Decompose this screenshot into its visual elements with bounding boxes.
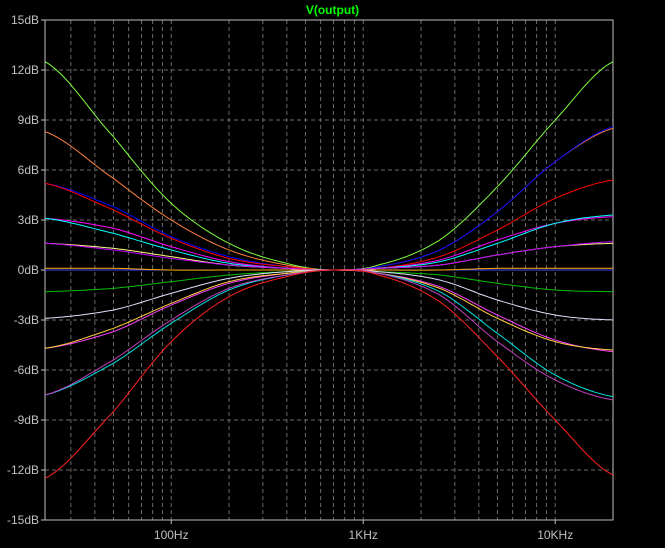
y-tick-label: -12dB [7,463,39,477]
series-line-12[interactable] [44,269,614,321]
plot-window: V(output) 15dB 12dB 9dB 6dB 3dB 0dB -3dB -6dB -9… [0,0,665,548]
series-line-16[interactable] [44,269,614,401]
series-line-13[interactable] [44,269,614,353]
y-tick-label: 9dB [18,113,39,127]
y-tick-label: 15dB [11,13,39,27]
y-tick-label: 3dB [18,213,39,227]
y-tick-label: -9dB [14,413,39,427]
y-tick-label: -3dB [14,313,39,327]
x-tick-label: 10KHz [537,528,573,542]
plot-area[interactable]: 15dB 12dB 9dB 6dB 3dB 0dB -3dB -6dB -9dB -12dB -15… [0,0,665,548]
series-line-7[interactable] [44,242,614,271]
y-tick-label: 12dB [11,63,39,77]
series-line-8[interactable] [44,241,614,271]
y-tick-label: -6dB [14,363,39,377]
series-line-14[interactable] [44,269,614,351]
x-tick-label: 100Hz [154,528,189,542]
y-tick-label: -15dB [7,513,39,527]
x-tick-label: 1KHz [349,528,378,542]
y-tick-label: 0dB [18,263,39,277]
series-line-17[interactable] [44,269,614,479]
series-line-4[interactable] [44,179,614,271]
series-line-6[interactable] [44,214,614,271]
series-line-1[interactable] [44,61,614,271]
series-line-2[interactable] [44,127,614,271]
y-tick-label: 6dB [18,163,39,177]
series-line-15[interactable] [44,269,614,398]
series-line-3[interactable] [44,126,614,271]
series-line-5[interactable] [44,216,614,271]
series-line-11[interactable] [44,269,614,293]
